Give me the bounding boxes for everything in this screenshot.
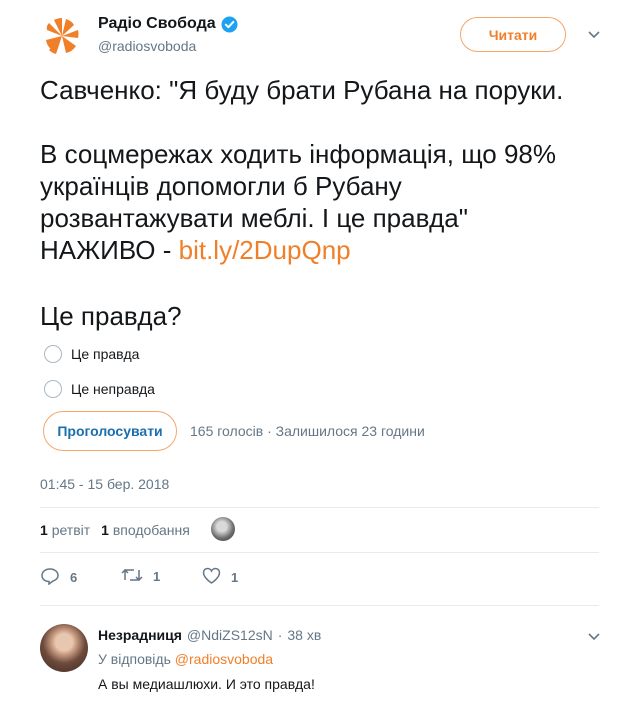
likes-label: вподобання <box>112 522 190 538</box>
like-count: 1 <box>231 569 239 585</box>
account-name-row[interactable]: Радіо Свобода <box>98 15 238 33</box>
reply-to-prefix: У відповідь <box>98 651 171 667</box>
follow-button[interactable]: Читати <box>460 17 566 52</box>
poll-option[interactable]: Це неправда <box>44 380 155 398</box>
retweets-count: 1 <box>40 522 48 538</box>
retweet-action[interactable]: 1 <box>121 567 160 586</box>
account-handle[interactable]: @radiosvoboda <box>98 38 196 54</box>
vote-button[interactable]: Проголосувати <box>43 411 177 451</box>
poll-option[interactable]: Це правда <box>44 345 139 363</box>
radio-button[interactable] <box>44 380 62 398</box>
tweet-line: українців допомогли б Рубану <box>40 171 402 201</box>
tweet-link[interactable]: bit.ly/2DupQnp <box>179 235 351 265</box>
reply-icon <box>40 567 60 588</box>
poll-meta: 165 голосів · Залишилося 23 години <box>190 423 425 439</box>
divider <box>40 507 599 508</box>
poll-question: Це правда? <box>40 301 182 331</box>
reply-time[interactable]: 38 хв <box>287 627 321 643</box>
reply-text: А вы медиашлюхи. И это правда! <box>98 676 315 692</box>
reply-to: У відповідь @radiosvoboda <box>98 651 273 667</box>
retweets-label: ретвіт <box>51 522 91 538</box>
radio-svoboda-logo[interactable] <box>40 14 84 58</box>
tweet-text: Савченко: "Я буду брати Рубана на поруки… <box>40 74 600 266</box>
tweet-line: Савченко: "Я буду брати Рубана на поруки… <box>40 75 564 105</box>
tweet-line: розвантажувати меблі. І це правда" <box>40 203 468 233</box>
retweet-icon <box>121 567 143 586</box>
reply-action[interactable]: 6 <box>40 567 77 588</box>
poll-option-label: Це неправда <box>71 381 155 397</box>
tweet-timestamp[interactable]: 01:45 - 15 бер. 2018 <box>40 476 169 492</box>
likes-stat[interactable]: 1 вподобання <box>101 522 190 538</box>
reply-avatar[interactable] <box>40 624 88 672</box>
tweet-line: В соцмережах ходить інформація, що 98% <box>40 139 557 169</box>
divider <box>40 605 599 606</box>
tweet-actions: 6 1 1 <box>40 567 340 589</box>
account-display-name[interactable]: Радіо Свобода <box>98 15 216 33</box>
reply-count: 6 <box>70 570 78 585</box>
reply-author-name[interactable]: Незрадниця <box>98 627 182 643</box>
like-action[interactable]: 1 <box>202 567 238 587</box>
poll-option-label: Це правда <box>71 346 140 362</box>
reply-to-mention[interactable]: @radiosvoboda <box>175 651 273 667</box>
liker-avatar[interactable] <box>211 517 235 541</box>
retweet-count: 1 <box>153 569 161 584</box>
reply-tweet[interactable]: Незрадниця @NdiZS12sN · 38 хв У відповід… <box>40 624 600 704</box>
likes-count: 1 <box>101 522 109 538</box>
tweet-live-prefix: НАЖИВО - <box>40 235 179 265</box>
verified-badge-icon <box>221 16 238 33</box>
radio-button[interactable] <box>44 345 62 363</box>
tweet-line: НАЖИВО - bit.ly/2DupQnp <box>40 234 600 266</box>
chevron-down-icon[interactable] <box>586 26 602 42</box>
retweets-stat[interactable]: 1 ретвіт <box>40 522 90 538</box>
reply-header: Незрадниця @NdiZS12sN · 38 хв <box>98 627 321 643</box>
reply-separator: · <box>277 627 283 643</box>
heart-icon <box>202 567 221 587</box>
tweet-header: Радіо Свобода @radiosvoboda Читати <box>40 12 600 62</box>
divider <box>40 552 599 553</box>
tweet-stats: 1 ретвіт 1 вподобання <box>40 522 190 538</box>
reply-author-handle[interactable]: @NdiZS12sN <box>187 627 273 643</box>
chevron-down-icon[interactable] <box>586 628 602 644</box>
